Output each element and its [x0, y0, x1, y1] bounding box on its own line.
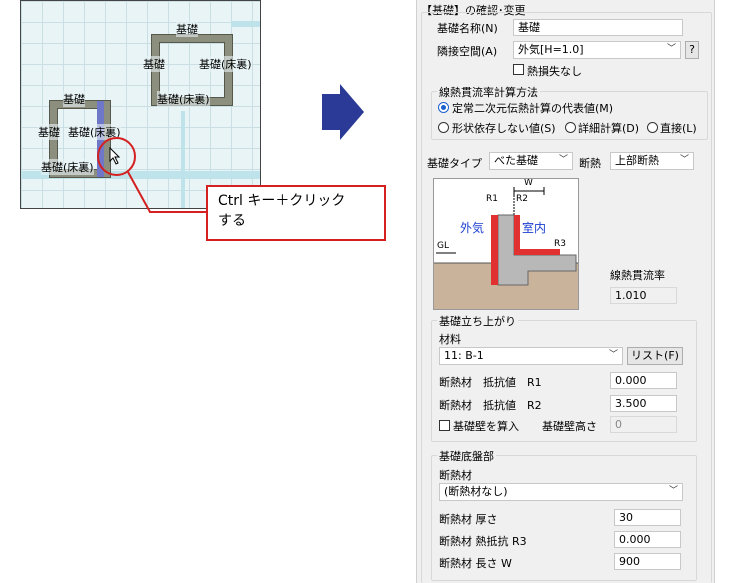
adjacent-select-value: 外気[H=1.0]: [518, 43, 584, 56]
method-group-title: 線熱貫流率計算方法: [437, 84, 540, 100]
thickness-label: 断熱材 厚さ: [439, 513, 498, 526]
material-value: 11: B-1: [444, 349, 484, 362]
r1-field[interactable]: 0.000: [610, 372, 677, 389]
chevron-down-icon: ﹀: [666, 44, 676, 54]
chevron-down-icon: ﹀: [679, 155, 689, 165]
linear-heat-label: 線熱貫流率: [610, 269, 665, 282]
material-label: 材料: [439, 333, 461, 346]
adjacent-label: 隣接空間(A): [437, 45, 498, 58]
slab-group-title: 基礎底盤部: [437, 448, 496, 464]
foundation-type-label: 基礎タイプ: [427, 157, 482, 170]
instruction-callout: Ctrl キー＋クリック する: [206, 185, 386, 241]
method-radio-detailed[interactable]: [565, 122, 576, 133]
diagram-outside-label: 外気: [460, 221, 485, 235]
length-field[interactable]: 900: [614, 553, 681, 570]
right-arrow-icon: [322, 84, 364, 140]
heat-loss-none-label: 熱損失なし: [527, 65, 582, 78]
foundation-section-diagram: W R1 R2 R3 外気 室内 GL: [433, 178, 579, 310]
callout-line: する: [218, 213, 246, 229]
wall-height-field[interactable]: 0: [610, 416, 677, 433]
insulation-value: 上部断熱: [615, 154, 659, 167]
chevron-down-icon: ﹀: [668, 486, 678, 496]
diagram-r2-label: R2: [516, 194, 528, 204]
list-button[interactable]: リスト(F): [627, 347, 683, 365]
wall-height-label: 基礎壁高さ: [542, 420, 597, 433]
method-option-label: 直接(L): [660, 122, 697, 135]
r3-field[interactable]: 0.000: [614, 531, 681, 548]
wall-include-checkbox[interactable]: [439, 420, 450, 431]
insulation-select[interactable]: 上部断熱 ﹀: [610, 152, 694, 170]
wall-include-label: 基礎壁を算入: [453, 420, 519, 433]
method-option-label: 定常二次元伝熱計算の代表値(M): [452, 102, 614, 115]
length-label: 断熱材 長さ W: [439, 557, 512, 570]
diagram-inside-label: 室内: [522, 221, 547, 235]
method-radio-representative[interactable]: [438, 102, 449, 113]
r1-label: 断熱材 抵抗値 R1: [439, 376, 542, 389]
method-radio-shape-independent[interactable]: [438, 122, 449, 133]
material-select[interactable]: 11: B-1 ﹀: [439, 347, 623, 365]
insulation-label: 断熱: [579, 157, 601, 170]
method-option-label: 詳細計算(D): [578, 122, 640, 135]
help-button[interactable]: ?: [685, 41, 699, 59]
thickness-field[interactable]: 30: [614, 509, 681, 526]
heat-loss-none-checkbox[interactable]: [513, 64, 524, 75]
diagram-gl-label: GL: [437, 241, 449, 251]
diagram-r1-label: R1: [486, 194, 498, 204]
adjacent-select[interactable]: 外気[H=1.0] ﹀: [513, 41, 681, 59]
foundation-type-value: べた基礎: [494, 154, 538, 167]
r3-label: 断熱材 熱抵抗 R3: [439, 535, 527, 548]
diagram-w-label: W: [524, 178, 533, 188]
diagram-r3-label: R3: [554, 239, 566, 249]
insulation-material-label: 断熱材: [439, 469, 472, 482]
foundation-type-select[interactable]: べた基礎 ﹀: [489, 152, 573, 170]
chevron-down-icon: ﹀: [608, 350, 618, 360]
insulation-material-select[interactable]: (断熱材なし) ﹀: [439, 483, 683, 501]
foundation-dialog: 【基礎】の確認･変更 基礎名称(N) 基礎 隣接空間(A) 外気[H=1.0] …: [416, 0, 715, 583]
insulation-material-value: (断熱材なし): [444, 485, 508, 498]
r2-field[interactable]: 3.500: [610, 395, 677, 412]
r2-label: 断熱材 抵抗値 R2: [439, 399, 542, 412]
linear-heat-value: 1.010: [610, 287, 677, 304]
callout-line: Ctrl キー＋クリック: [218, 193, 346, 209]
chevron-down-icon: ﹀: [558, 155, 568, 165]
name-label: 基礎名称(N): [437, 22, 498, 35]
rise-group-title: 基礎立ち上がり: [437, 313, 518, 329]
method-radio-direct[interactable]: [647, 122, 658, 133]
name-field[interactable]: 基礎: [513, 19, 683, 36]
method-option-label: 形状依存しない値(S): [452, 122, 556, 135]
